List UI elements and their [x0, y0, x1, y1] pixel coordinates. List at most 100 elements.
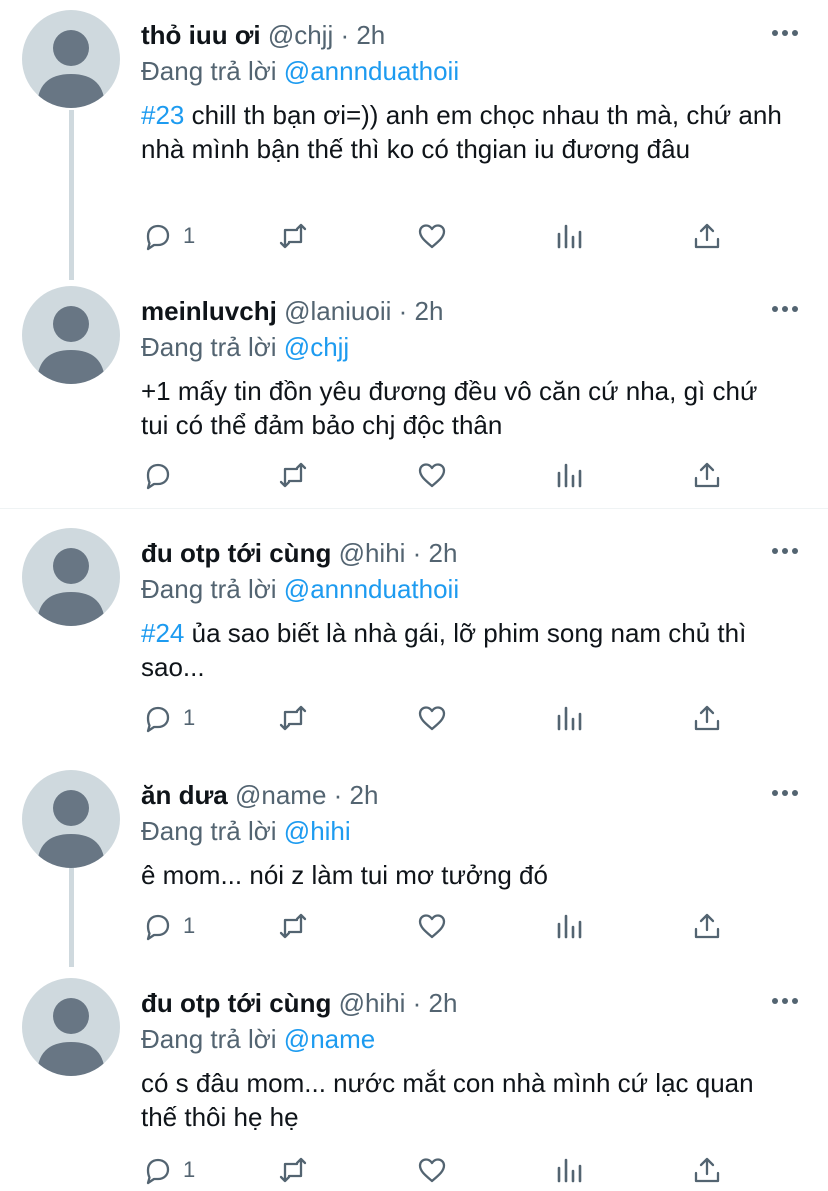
tweet-header: meinluvchj @laniuoii · 2h [141, 294, 758, 328]
display-name[interactable]: ăn dưa [141, 780, 228, 810]
like-button[interactable] [416, 216, 448, 256]
analytics-button[interactable] [554, 698, 586, 738]
user-handle[interactable]: @laniuoii [284, 296, 391, 326]
tweet-text: #23 chill th bạn ơi=)) anh em chọc nhau … [141, 98, 791, 166]
avatar[interactable] [22, 770, 120, 868]
replying-to-label: Đang trả lời [141, 816, 277, 846]
like-icon [418, 914, 446, 939]
like-button[interactable] [416, 455, 448, 495]
share-icon [694, 705, 720, 731]
display-name[interactable]: đu otp tới cùng [141, 538, 331, 568]
timestamp[interactable]: · 2h [334, 780, 379, 810]
like-icon [418, 1158, 446, 1183]
analytics-button[interactable] [554, 455, 586, 495]
analytics-button[interactable] [554, 1150, 586, 1190]
replying-to: Đang trả lời @hihi [141, 814, 351, 848]
user-handle[interactable]: @hihi [339, 988, 406, 1018]
like-button[interactable] [416, 1150, 448, 1190]
avatar[interactable] [22, 286, 120, 384]
reply-button[interactable]: 1 [141, 1150, 195, 1190]
replying-to-label: Đang trả lời [141, 574, 277, 604]
analytics-button[interactable] [554, 906, 586, 946]
retweet-icon [279, 223, 307, 249]
analytics-icon [557, 463, 582, 488]
reply-icon [146, 914, 170, 941]
tweet-text: ê mom... nói z làm tui mơ tưởng đó [141, 858, 791, 892]
retweet-button[interactable] [277, 455, 309, 495]
more-icon[interactable] [770, 294, 800, 324]
user-handle[interactable]: @chjj [268, 20, 333, 50]
reply-mention[interactable]: @annnduathoii [284, 56, 459, 86]
replying-to: Đang trả lời @annnduathoii [141, 54, 459, 88]
tweet-header: đu otp tới cùng @hihi · 2h [141, 536, 758, 570]
more-icon[interactable] [770, 986, 800, 1016]
share-button[interactable] [691, 698, 723, 738]
reply-mention[interactable]: @chjj [284, 332, 349, 362]
more-icon[interactable] [770, 18, 800, 48]
tweet-header: thỏ iuu ơi @chjj · 2h [141, 18, 758, 52]
retweet-button[interactable] [277, 1150, 309, 1190]
share-button[interactable] [691, 216, 723, 256]
tweet[interactable]: meinluvchj @laniuoii · 2h Đang trả lời @… [0, 286, 828, 506]
hashtag[interactable]: #23 [141, 100, 184, 130]
display-name[interactable]: thỏ iuu ơi [141, 20, 261, 50]
more-icon[interactable] [770, 778, 800, 808]
tweet-header: đu otp tới cùng @hihi · 2h [141, 986, 758, 1020]
timestamp[interactable]: · 2h [413, 538, 458, 568]
tweet[interactable]: đu otp tới cùng @hihi · 2h Đang trả lời … [0, 528, 828, 748]
share-button[interactable] [691, 906, 723, 946]
action-bar [141, 455, 741, 495]
retweet-button[interactable] [277, 906, 309, 946]
hashtag[interactable]: #24 [141, 618, 184, 648]
share-icon [694, 1157, 720, 1183]
reply-button[interactable]: 1 [141, 216, 195, 256]
display-name[interactable]: đu otp tới cùng [141, 988, 331, 1018]
replying-to-label: Đang trả lời [141, 332, 277, 362]
tweet-text: có s đâu mom... nước mắt con nhà mình cứ… [141, 1066, 791, 1134]
retweet-icon [279, 1157, 307, 1183]
analytics-icon [557, 706, 582, 731]
tweet-body: +1 mấy tin đồn yêu đương đều vô căn cứ n… [141, 376, 758, 440]
reply-count: 1 [183, 1157, 196, 1182]
tweet[interactable]: ăn dưa @name · 2h Đang trả lời @hihi ê m… [0, 770, 828, 950]
share-button[interactable] [691, 455, 723, 495]
replying-to: Đang trả lời @chjj [141, 330, 349, 364]
like-icon [418, 463, 446, 488]
share-button[interactable] [691, 1150, 723, 1190]
share-icon [694, 223, 720, 249]
reply-icon [146, 224, 170, 251]
action-bar: 1 [141, 1150, 741, 1190]
tweet[interactable]: thỏ iuu ơi @chjj · 2h Đang trả lời @annn… [0, 10, 828, 270]
tweet[interactable]: đu otp tới cùng @hihi · 2h Đang trả lời … [0, 978, 828, 1191]
reply-mention[interactable]: @annnduathoii [284, 574, 459, 604]
timestamp[interactable]: · 2h [399, 296, 444, 326]
reply-count: 1 [183, 705, 196, 730]
reply-button[interactable]: 1 [141, 906, 195, 946]
avatar[interactable] [22, 978, 120, 1076]
action-bar: 1 [141, 698, 741, 738]
timestamp[interactable]: · 2h [340, 20, 385, 50]
reply-mention[interactable]: @name [284, 1024, 375, 1054]
reply-button[interactable] [141, 455, 183, 495]
avatar[interactable] [22, 528, 120, 626]
reply-count: 1 [183, 223, 196, 248]
like-button[interactable] [416, 906, 448, 946]
tweet-header: ăn dưa @name · 2h [141, 778, 758, 812]
thread-divider [0, 508, 828, 509]
user-handle[interactable]: @hihi [339, 538, 406, 568]
reply-icon [146, 463, 170, 490]
timestamp[interactable]: · 2h [413, 988, 458, 1018]
reply-count: 1 [183, 913, 196, 938]
reply-icon [146, 1158, 170, 1185]
more-icon[interactable] [770, 536, 800, 566]
analytics-button[interactable] [554, 216, 586, 256]
reply-mention[interactable]: @hihi [284, 816, 351, 846]
retweet-button[interactable] [277, 216, 309, 256]
avatar[interactable] [22, 10, 120, 108]
retweet-button[interactable] [277, 698, 309, 738]
reply-button[interactable]: 1 [141, 698, 195, 738]
display-name[interactable]: meinluvchj [141, 296, 277, 326]
analytics-icon [557, 224, 582, 249]
user-handle[interactable]: @name [235, 780, 326, 810]
like-button[interactable] [416, 698, 448, 738]
